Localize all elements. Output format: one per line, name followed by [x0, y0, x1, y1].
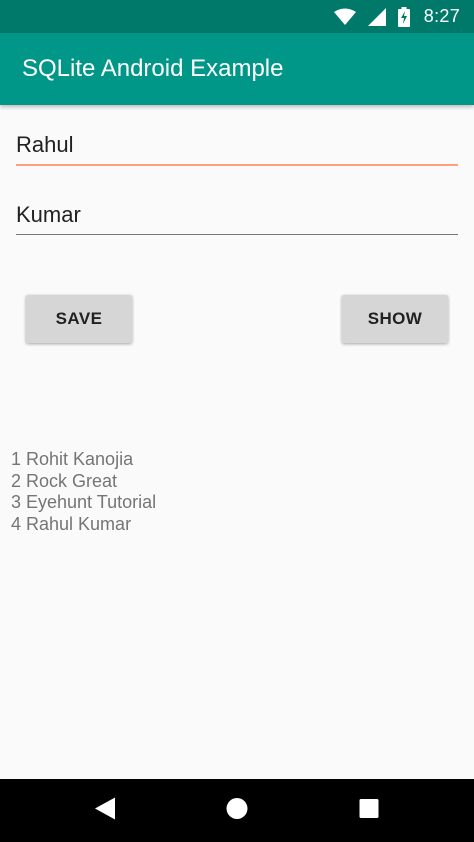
first-name-input[interactable]	[16, 132, 458, 158]
save-button[interactable]: SAVE	[26, 295, 132, 343]
navigation-bar	[0, 779, 474, 842]
last-name-input[interactable]	[16, 202, 458, 228]
first-name-field[interactable]	[16, 122, 458, 166]
app-bar: SQLite Android Example	[0, 33, 474, 105]
status-time: 8:27	[423, 6, 460, 26]
app-title: SQLite Android Example	[22, 55, 284, 82]
list-item: 3 Eyehunt Tutorial	[11, 492, 157, 512]
home-icon[interactable]	[226, 797, 248, 824]
recents-icon[interactable]	[359, 798, 379, 823]
list-item: 2 Rock Great	[11, 470, 118, 491]
back-icon[interactable]	[95, 797, 115, 824]
records-list: 1 Rohit Kanojia 2 Rock Great 3 Eyehunt T…	[11, 449, 156, 535]
last-name-field[interactable]	[16, 191, 458, 235]
list-item: 1 Rohit Kanojia	[11, 449, 134, 469]
list-item: 4 Rahul Kumar	[11, 513, 132, 534]
status-bar: 8:27	[0, 0, 474, 33]
battery-charging-icon	[397, 6, 410, 27]
cell-signal-icon	[367, 7, 386, 26]
wifi-icon	[333, 8, 356, 26]
show-button[interactable]: SHOW	[342, 295, 448, 343]
